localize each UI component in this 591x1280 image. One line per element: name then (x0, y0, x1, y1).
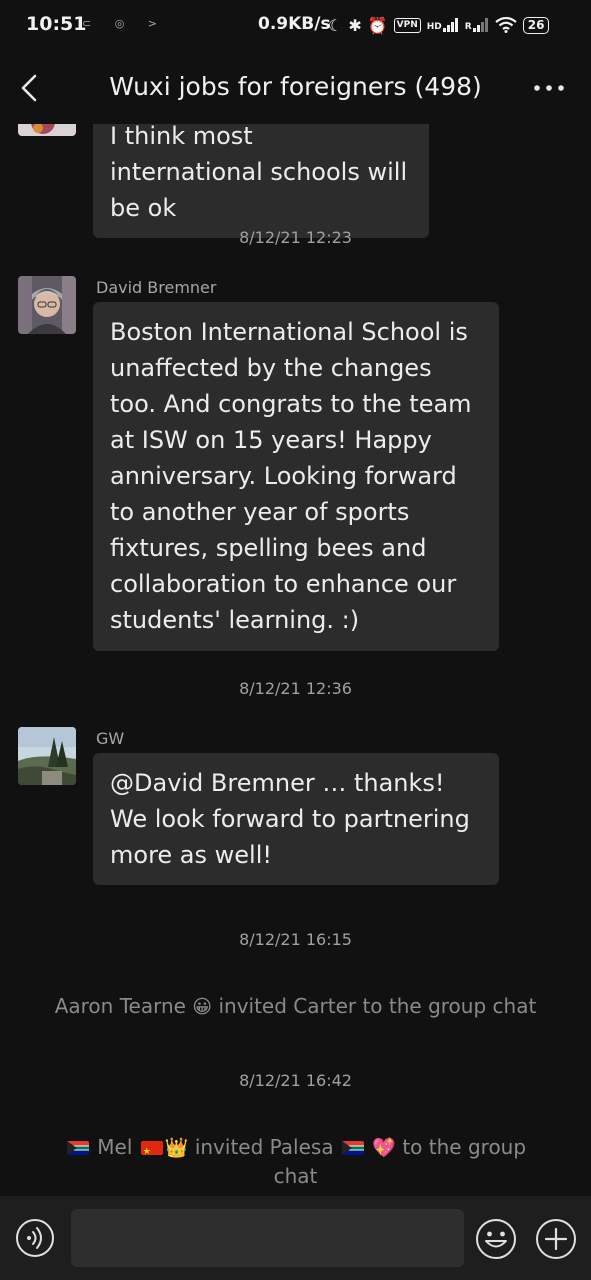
notification-icons: ⊂ ◎ > (82, 17, 168, 30)
voice-input-icon[interactable] (15, 1218, 55, 1258)
status-bar: 10:51 ⊂ ◎ > 0.9KB/s ☾ ✱ ⏰ VPN HD R 26 (0, 0, 591, 50)
system-message: Mel 👑 invited Palesa 💖 to the group chat (50, 1133, 541, 1190)
avatar-david-bremner[interactable] (18, 276, 76, 334)
bluetooth-icon: ✱ (348, 15, 362, 35)
chat-title: Wuxi jobs for foreigners (498) (109, 72, 482, 101)
timestamp: 8/12/21 16:42 (239, 1071, 352, 1090)
south-africa-flag-icon (66, 1141, 89, 1155)
message-text: I think most international schools will … (110, 124, 408, 222)
message-bubble[interactable]: I think most international schools will … (93, 124, 429, 238)
system-message: Aaron Tearne 😀 invited Carter to the gro… (54, 994, 537, 1018)
wifi-icon (495, 17, 517, 33)
signal-bars-icon (442, 18, 458, 32)
network-speed: 0.9KB/s (258, 14, 331, 34)
alarm-icon: ⏰ (367, 15, 388, 35)
south-africa-flag-icon (341, 1141, 364, 1155)
hd-label: HD (426, 22, 442, 32)
message-text: @David Bremner … thanks! We look forward… (110, 769, 470, 869)
signal-hd-icon: HD (427, 18, 459, 32)
sparkling-heart-emoji: 💖 (372, 1137, 396, 1159)
vpn-icon: VPN (393, 17, 421, 33)
signal-roaming-icon: R (465, 18, 489, 32)
message-bubble[interactable]: @David Bremner … thanks! We look forward… (93, 753, 499, 885)
crown-emoji: 👑 (164, 1137, 189, 1159)
timestamp: 8/12/21 12:23 (239, 228, 352, 247)
timestamp: 8/12/21 16:15 (239, 930, 352, 949)
china-flag-icon (140, 1138, 163, 1166)
sender-name: GW (96, 729, 125, 748)
chat-header: Wuxi jobs for foreigners (498) (0, 52, 591, 124)
add-attachment-icon[interactable] (535, 1218, 577, 1260)
timestamp: 8/12/21 12:36 (239, 679, 352, 698)
message-text: Boston International School is unaffecte… (110, 318, 472, 634)
avatar[interactable] (18, 124, 76, 136)
status-time: 10:51 (26, 13, 87, 35)
sender-name: David Bremner (96, 278, 217, 297)
message-list[interactable]: I think most international schools will … (0, 124, 591, 1196)
input-bar (0, 1196, 591, 1280)
moon-icon: ☾ (328, 15, 343, 35)
signal-bars-2-icon (472, 18, 488, 32)
avatar-gw[interactable] (18, 727, 76, 785)
message-input[interactable] (71, 1209, 464, 1267)
grinning-face-emoji: 😀 (192, 996, 213, 1018)
emoji-icon[interactable] (475, 1218, 517, 1260)
message-bubble[interactable]: Boston International School is unaffecte… (93, 302, 499, 651)
more-options-icon[interactable] (532, 78, 566, 98)
battery-icon: 26 (522, 16, 550, 34)
status-icons: ☾ ✱ ⏰ VPN HD R 26 (328, 12, 550, 38)
roaming-label: R (464, 22, 472, 32)
